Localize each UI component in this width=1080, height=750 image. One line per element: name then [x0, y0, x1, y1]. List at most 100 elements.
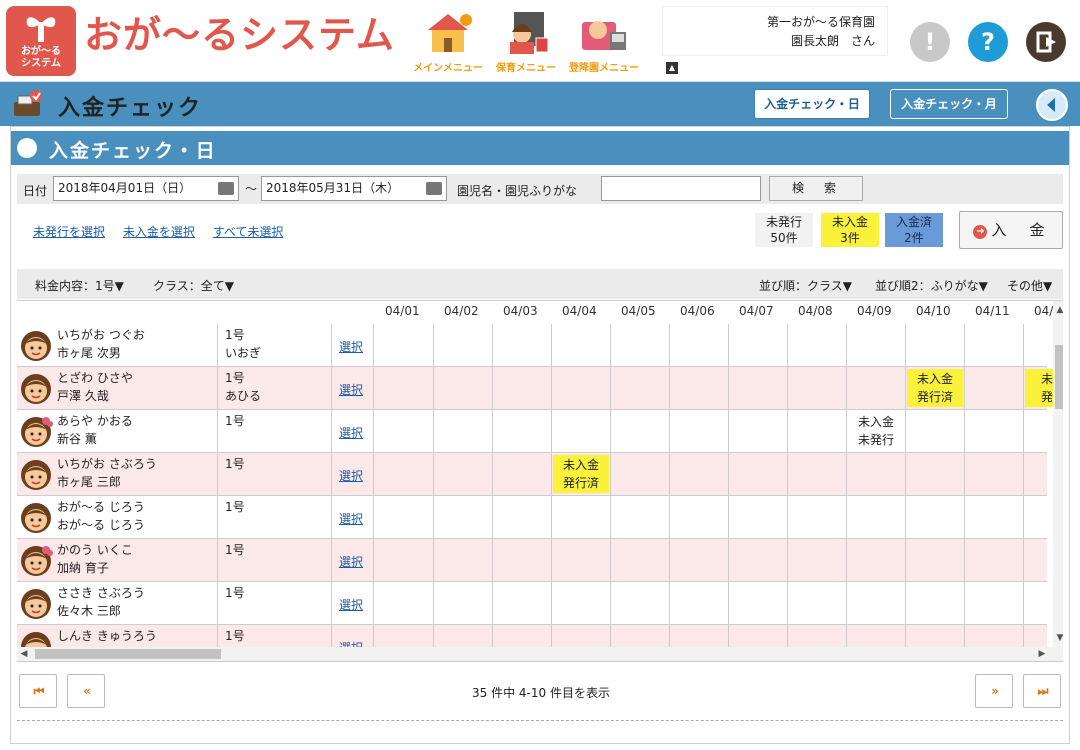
payment-status: 未入金	[562, 458, 599, 472]
column-divider	[331, 453, 332, 496]
child-name-kanji: 佐々木 三郎	[57, 604, 121, 618]
select-link[interactable]: 選択	[339, 596, 363, 613]
column-divider	[669, 324, 670, 367]
date-column-header: 04/06	[680, 304, 715, 318]
column-divider	[433, 582, 434, 625]
scroll-left-icon[interactable]: ◀	[17, 647, 31, 661]
child-name-kana: ささき さぶろう	[57, 586, 145, 600]
column-divider	[1023, 582, 1024, 625]
scroll-up-icon[interactable]: ▲	[1053, 303, 1063, 317]
horizontal-scroll-thumb[interactable]	[35, 649, 221, 659]
column-divider	[964, 496, 965, 539]
main-menu-button[interactable]: メインメニュー	[412, 8, 484, 76]
select-link[interactable]: 選択	[339, 424, 363, 441]
payment-status-cell[interactable]: 未入金 発行済	[907, 369, 963, 407]
column-divider	[217, 367, 218, 410]
legend-unissued-label: 未発行	[765, 215, 802, 229]
fee-filter-dropdown[interactable]: 料金内容：1号▼	[35, 277, 124, 294]
help-button[interactable]: ?	[968, 22, 1008, 62]
column-divider	[217, 539, 218, 582]
column-divider	[373, 496, 374, 539]
select-link[interactable]: 選択	[339, 510, 363, 527]
deselect-all-link[interactable]: すべて未選択	[213, 225, 284, 239]
column-divider	[905, 410, 906, 453]
vertical-scrollbar[interactable]: ▲ ▼	[1053, 301, 1063, 661]
column-divider	[492, 324, 493, 367]
date-to-input[interactable]: 2018年05月31日（木）	[261, 176, 447, 201]
tab-deposit-check-month[interactable]: 入金チェック・月	[890, 89, 1008, 119]
column-divider	[1023, 324, 1024, 367]
select-unpaid-link[interactable]: 未入金を選択	[123, 225, 195, 239]
column-divider	[787, 539, 788, 582]
grid-header: 04/01 04/02 04/03 04/04 04/05 04/06 04/07 04/08…	[17, 301, 1063, 323]
last-page-button[interactable]: ⏭	[1023, 674, 1061, 708]
table-row: かのう いくこ 加納 育子 1号 選択	[17, 539, 1047, 582]
date-label: 日付	[23, 184, 48, 198]
scroll-down-icon[interactable]: ▼	[1053, 631, 1063, 645]
invoice-status: 発行済	[916, 390, 953, 404]
horizontal-scrollbar[interactable]: ◀ ▶	[17, 647, 1063, 661]
column-divider	[373, 324, 374, 367]
fee-type: 1号	[225, 328, 245, 342]
column-divider	[492, 582, 493, 625]
arrow-right-icon: ➜	[973, 225, 988, 239]
attendance-menu-button[interactable]: 登降園メニュー	[568, 8, 640, 76]
sort-order-dropdown[interactable]: 並び順：クラス▼	[759, 277, 852, 294]
calendar-icon[interactable]	[426, 182, 442, 195]
column-divider	[492, 539, 493, 582]
deposit-button[interactable]: ➜ 入 金	[959, 211, 1063, 249]
child-name-input[interactable]	[601, 176, 761, 201]
question-icon: ?	[981, 28, 995, 56]
child-name-kana: とざわ ひさや	[57, 371, 133, 385]
column-divider	[492, 496, 493, 539]
select-link[interactable]: 選択	[339, 467, 363, 484]
logo-text-line2: システム	[21, 58, 61, 69]
fee-type: 1号	[225, 500, 245, 514]
facility-name: 第一おが～る保育園	[766, 15, 875, 29]
select-link[interactable]: 選択	[339, 381, 363, 398]
search-button[interactable]: 検 索	[769, 176, 863, 201]
date-from-input[interactable]: 2018年04月01日（日）	[53, 176, 239, 201]
childcare-menu-button[interactable]: 保育メニュー	[490, 8, 562, 76]
scroll-right-icon[interactable]: ▶	[1035, 647, 1049, 661]
tab-deposit-check-day[interactable]: 入金チェック・日	[754, 89, 870, 119]
user-info-toggle[interactable]: ▲	[666, 62, 678, 74]
legend-unpaid-label: 未入金	[831, 215, 868, 229]
class-filter-dropdown[interactable]: クラス：全て▼	[153, 277, 234, 294]
column-divider	[964, 582, 965, 625]
sort-order2-dropdown[interactable]: 並び順2：ふりがな▼	[875, 277, 988, 294]
column-divider	[373, 582, 374, 625]
column-divider	[331, 496, 332, 539]
child-avatar-icon	[21, 503, 51, 533]
column-divider	[787, 496, 788, 539]
attendance-menu-label: 登降園メニュー	[569, 63, 639, 74]
table-row: いちがお さぶろう 市ヶ尾 三郎 1号 選択 未入金 発行済	[17, 453, 1047, 496]
search-bar: 日付 2018年04月01日（日） ～ 2018年05月31日（木） 園児名・園…	[17, 174, 1063, 204]
child-name-kanji: 戸澤 久哉	[57, 389, 109, 403]
column-divider	[217, 582, 218, 625]
notice-button[interactable]: !	[910, 22, 950, 62]
column-divider	[669, 453, 670, 496]
child-avatar-icon	[21, 374, 51, 404]
select-unissued-link[interactable]: 未発行を選択	[33, 225, 105, 239]
payment-status-cell[interactable]: 未入金 未発行	[848, 412, 904, 450]
house-icon	[428, 14, 472, 52]
payment-status-cell[interactable]: 未入金 発行済	[553, 455, 609, 493]
column-divider	[787, 453, 788, 496]
page-title: 入金チェック	[58, 96, 203, 121]
table-row: あらや かおる 新谷 薫 1号 選択 未入金 未発行	[17, 410, 1047, 453]
select-link[interactable]: 選択	[339, 553, 363, 570]
other-dropdown[interactable]: その他▼	[1007, 277, 1052, 294]
logout-button[interactable]	[1026, 22, 1066, 62]
column-divider	[846, 496, 847, 539]
back-button[interactable]	[1036, 89, 1068, 121]
app-logo[interactable]: おが～る システム	[6, 6, 76, 76]
main-panel: 入金チェック・日 日付 2018年04月01日（日） ～ 2018年05月31日…	[10, 126, 1070, 744]
vertical-scroll-thumb[interactable]	[1055, 345, 1063, 409]
calendar-icon[interactable]	[218, 182, 234, 195]
app-title: おが～るシステム	[84, 13, 395, 57]
select-link[interactable]: 選択	[339, 338, 363, 355]
next-page-button[interactable]: »	[975, 674, 1013, 708]
column-divider	[728, 496, 729, 539]
column-divider	[610, 496, 611, 539]
